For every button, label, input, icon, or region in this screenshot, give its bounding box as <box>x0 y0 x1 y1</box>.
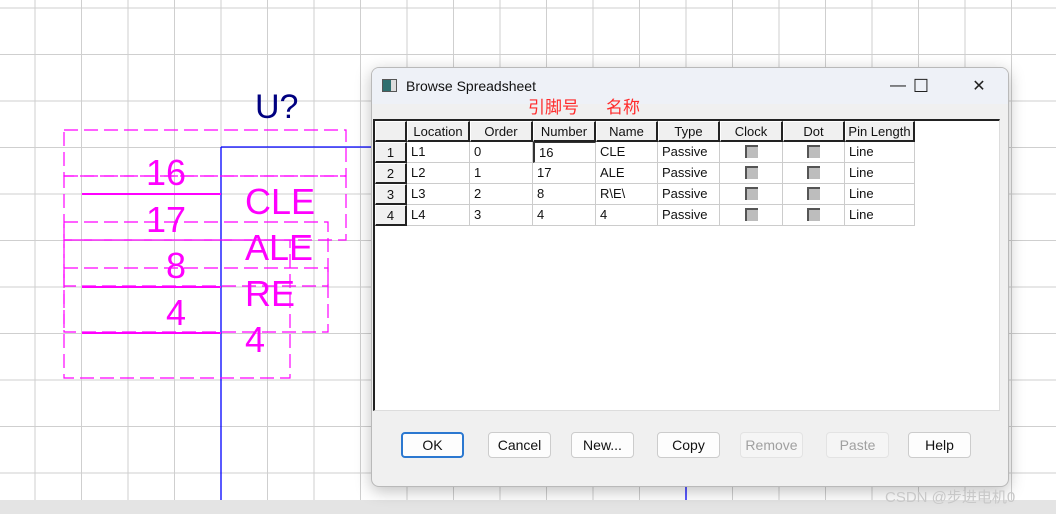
number-cell[interactable]: 16 <box>533 142 596 163</box>
cancel-button[interactable]: Cancel <box>488 432 551 458</box>
number-cell[interactable]: 4 <box>533 205 596 226</box>
pin-number: 4 <box>166 292 186 333</box>
name-cell[interactable]: ALE <box>596 163 658 184</box>
location-cell[interactable]: L1 <box>407 142 470 163</box>
dot-cell[interactable] <box>783 163 845 184</box>
browse-spreadsheet-dialog: Browse Spreadsheet — ☐ ✕ 引脚号 名称 Location… <box>371 67 1009 487</box>
pin-number: 17 <box>146 199 186 240</box>
order-cell[interactable]: 0 <box>470 142 533 163</box>
name-cell[interactable]: 4 <box>596 205 658 226</box>
order-cell[interactable]: 2 <box>470 184 533 205</box>
copy-button[interactable]: Copy <box>657 432 720 458</box>
number-cell[interactable]: 8 <box>533 184 596 205</box>
paste-button[interactable]: Paste <box>826 432 889 458</box>
name-cell[interactable]: CLE <box>596 142 658 163</box>
pin_length-cell[interactable]: Line <box>845 205 915 226</box>
row-header[interactable]: 4 <box>375 205 407 226</box>
number-cell[interactable]: 17 <box>533 163 596 184</box>
help-button[interactable]: Help <box>908 432 971 458</box>
column-header-clock[interactable]: Clock <box>720 121 783 142</box>
app-icon <box>382 79 397 92</box>
dot-checkbox[interactable] <box>807 187 820 200</box>
pin-spreadsheet[interactable]: Location Order Number Name Type Clock Dot Pin L… <box>373 119 1000 411</box>
name-cell[interactable]: R\E\ <box>596 184 658 205</box>
maximize-button[interactable]: ☐ <box>898 72 944 100</box>
close-button[interactable]: ✕ <box>956 72 1002 100</box>
location-cell[interactable]: L3 <box>407 184 470 205</box>
column-header-location[interactable]: Location <box>407 121 470 142</box>
corner-header[interactable] <box>375 121 407 142</box>
column-header-pin-length[interactable]: Pin Length <box>845 121 915 142</box>
pin-name: CLE <box>245 181 315 222</box>
pin-number: 8 <box>166 245 186 286</box>
column-header-type[interactable]: Type <box>658 121 720 142</box>
clock-cell[interactable] <box>720 184 783 205</box>
column-header-order[interactable]: Order <box>470 121 533 142</box>
clock-checkbox[interactable] <box>744 145 758 158</box>
clock-cell[interactable] <box>720 163 783 184</box>
annotation-pin-number: 引脚号 <box>528 98 579 117</box>
type-cell[interactable]: Passive <box>658 163 720 184</box>
order-cell[interactable]: 1 <box>470 163 533 184</box>
pin_length-cell[interactable]: Line <box>845 142 915 163</box>
pin-number: 16 <box>146 152 186 193</box>
dialog-title: Browse Spreadsheet <box>406 78 536 94</box>
designator: U? <box>255 88 298 126</box>
column-header-name[interactable]: Name <box>596 121 658 142</box>
dot-cell[interactable] <box>783 205 845 226</box>
pin_length-cell[interactable]: Line <box>845 184 915 205</box>
dot-checkbox[interactable] <box>807 166 820 179</box>
type-cell[interactable]: Passive <box>658 184 720 205</box>
clock-checkbox[interactable] <box>744 208 758 221</box>
order-cell[interactable]: 3 <box>470 205 533 226</box>
type-cell[interactable]: Passive <box>658 142 720 163</box>
row-header[interactable]: 1 <box>375 142 407 163</box>
clock-checkbox[interactable] <box>744 187 758 200</box>
annotation-name: 名称 <box>606 98 640 117</box>
pin-name: ALE <box>245 227 313 268</box>
new-button[interactable]: New... <box>571 432 634 458</box>
column-header-dot[interactable]: Dot <box>783 121 845 142</box>
ok-button[interactable]: OK <box>401 432 464 458</box>
pin-name: 4 <box>245 319 265 360</box>
dot-checkbox[interactable] <box>807 145 820 158</box>
watermark: CSDN @步进电机0 <box>885 489 1016 506</box>
row-header[interactable]: 3 <box>375 184 407 205</box>
row-header[interactable]: 2 <box>375 163 407 184</box>
clock-checkbox[interactable] <box>744 166 758 179</box>
dot-cell[interactable] <box>783 184 845 205</box>
dot-cell[interactable] <box>783 142 845 163</box>
location-cell[interactable]: L4 <box>407 205 470 226</box>
pin-name: RE <box>245 273 295 314</box>
column-header-number[interactable]: Number <box>533 121 596 142</box>
clock-cell[interactable] <box>720 142 783 163</box>
location-cell[interactable]: L2 <box>407 163 470 184</box>
pin_length-cell[interactable]: Line <box>845 163 915 184</box>
clock-cell[interactable] <box>720 205 783 226</box>
type-cell[interactable]: Passive <box>658 205 720 226</box>
remove-button[interactable]: Remove <box>740 432 803 458</box>
dot-checkbox[interactable] <box>807 208 820 221</box>
title-bar[interactable]: Browse Spreadsheet — ☐ ✕ <box>372 68 1008 104</box>
